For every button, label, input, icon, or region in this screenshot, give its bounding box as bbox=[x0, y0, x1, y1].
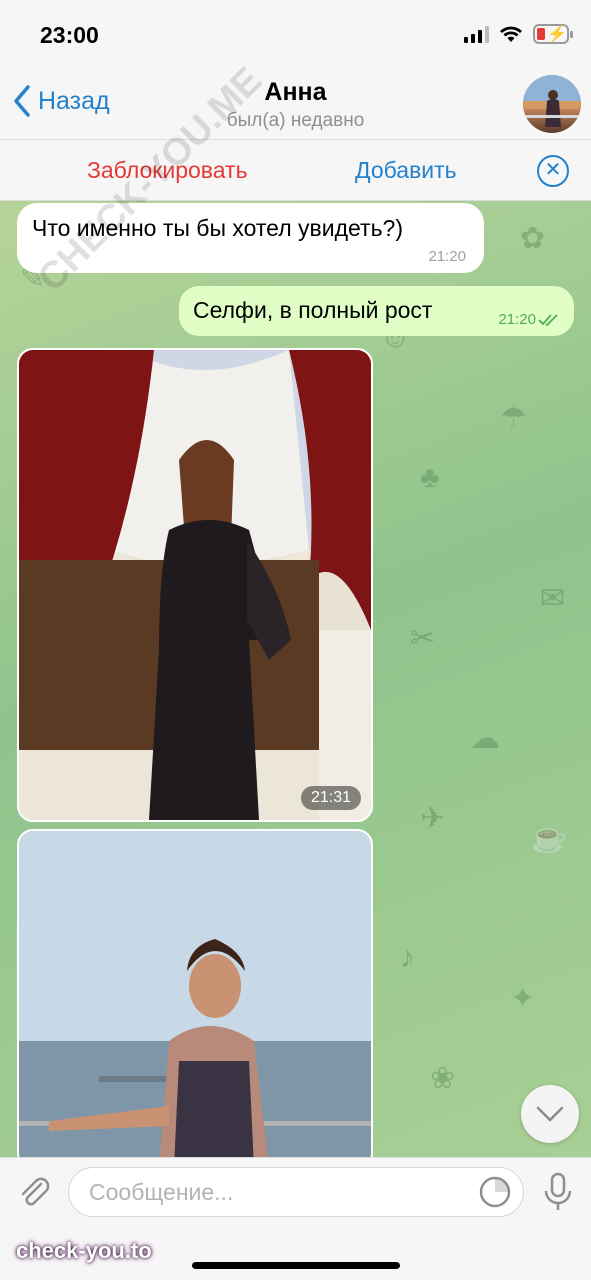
message-input[interactable] bbox=[68, 1167, 524, 1217]
close-icon[interactable]: ✕ bbox=[537, 155, 569, 187]
doodle-pattern-icon: ♪ bbox=[400, 941, 415, 974]
message-text: Селфи, в полный рост bbox=[193, 297, 433, 323]
status-bar: 23:00 ⚡ bbox=[0, 0, 591, 70]
message-time: 21:20 bbox=[498, 311, 536, 328]
doodle-pattern-icon: ☕ bbox=[530, 822, 568, 855]
paperclip-icon[interactable] bbox=[14, 1172, 54, 1212]
wifi-icon bbox=[500, 26, 522, 42]
status-time: 23:00 bbox=[40, 22, 99, 48]
microphone-icon[interactable] bbox=[538, 1171, 578, 1213]
cellular-signal-icon bbox=[464, 25, 489, 43]
doodle-pattern-icon: ♣ bbox=[420, 461, 440, 494]
doodle-pattern-icon: ☁ bbox=[470, 722, 500, 755]
doodle-pattern-icon: ✂ bbox=[410, 622, 436, 655]
charging-bolt-icon: ⚡ bbox=[547, 26, 567, 43]
doodle-pattern-icon: ✿ bbox=[520, 222, 546, 255]
scroll-down-button[interactable] bbox=[521, 1085, 579, 1143]
doodle-pattern-icon: ❀ bbox=[430, 1062, 456, 1095]
doodle-pattern-icon: ☂ bbox=[500, 402, 527, 435]
photo-message[interactable]: 21:31 bbox=[17, 348, 373, 822]
add-contact-button[interactable]: Добавить bbox=[355, 157, 457, 184]
doodle-pattern-icon: ✦ bbox=[510, 982, 536, 1015]
doodle-pattern-icon: ✈ bbox=[420, 802, 446, 835]
photo-message[interactable] bbox=[17, 829, 373, 1157]
chat-status: был(а) недавно bbox=[226, 110, 365, 131]
chat-area[interactable]: ✿ ☂ ♣ ✉ ✂ ☁ ✈ ☕ ♪ ✦ ❀ ✎ ☺ Что именно ты … bbox=[0, 201, 591, 1157]
chat-header: Назад Анна был(а) недавно bbox=[0, 70, 591, 140]
avatar[interactable] bbox=[523, 75, 581, 133]
photo-time: 21:31 bbox=[300, 786, 361, 810]
message-meta: 21:20 bbox=[498, 311, 560, 328]
chevron-down-icon bbox=[536, 1106, 564, 1122]
home-indicator[interactable] bbox=[192, 1262, 400, 1269]
outgoing-message[interactable]: Селфи, в полный рост 21:20 bbox=[179, 286, 574, 336]
read-check-icon bbox=[538, 313, 558, 326]
watermark-logo: check-you.to bbox=[16, 1238, 152, 1263]
battery-icon: ⚡ bbox=[533, 24, 573, 44]
contact-action-bar: Заблокировать Добавить ✕ bbox=[0, 141, 591, 201]
chat-title[interactable]: Анна bbox=[0, 78, 591, 107]
doodle-pattern-icon: ✉ bbox=[540, 582, 566, 615]
photo-image bbox=[19, 350, 371, 820]
status-icons: ⚡ bbox=[464, 24, 573, 44]
photo-image bbox=[19, 831, 371, 1157]
sticker-icon[interactable] bbox=[478, 1175, 512, 1209]
message-time: 21:20 bbox=[428, 248, 466, 265]
